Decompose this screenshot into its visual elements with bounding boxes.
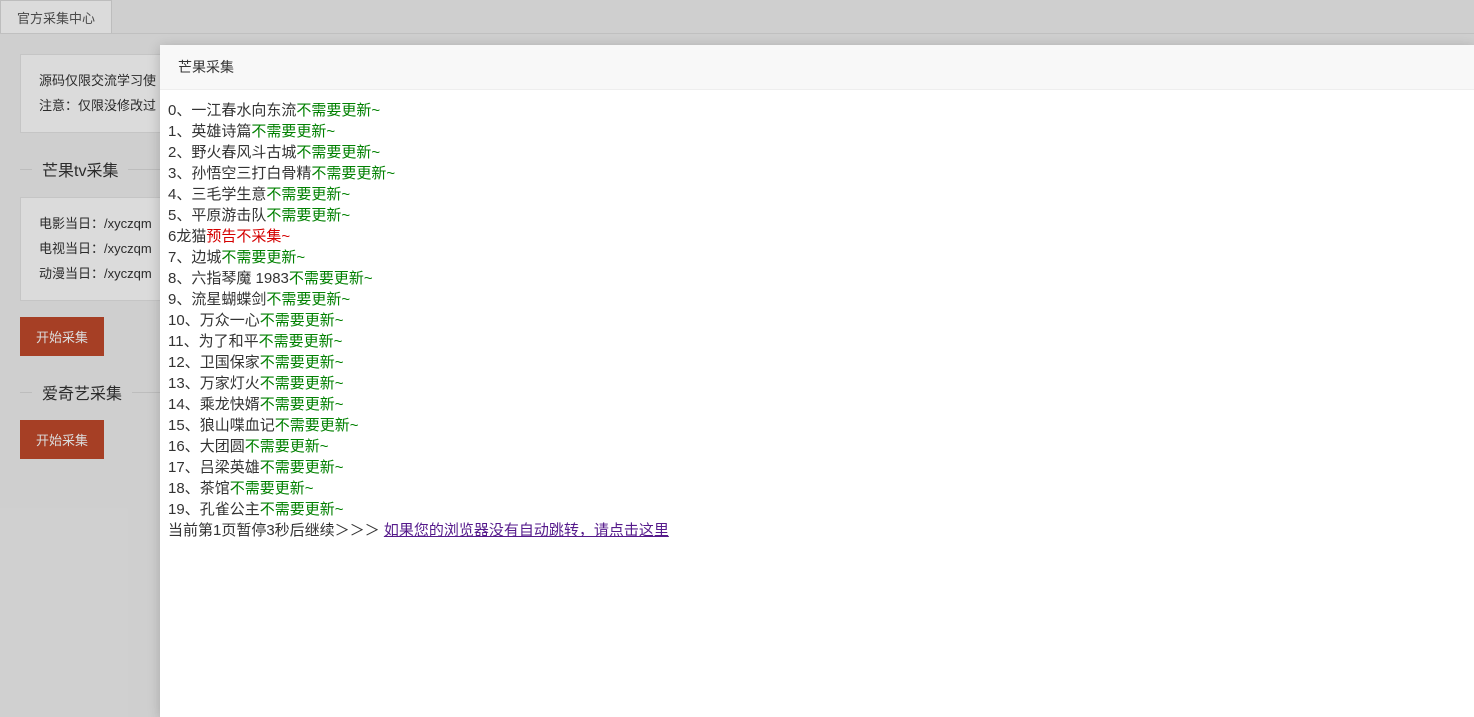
log-item-name: 万众一心	[200, 312, 260, 329]
log-line: 19、孔雀公主不需要更新~	[168, 499, 1466, 520]
log-item-name: 边城	[191, 249, 221, 266]
log-index: 0、	[168, 102, 191, 119]
log-line: 1、英雄诗篇不需要更新~	[168, 121, 1466, 142]
log-status: 预告不采集~	[206, 228, 290, 245]
log-line: 5、平原游击队不需要更新~	[168, 205, 1466, 226]
log-line: 10、万众一心不需要更新~	[168, 310, 1466, 331]
log-status: 不需要更新~	[266, 207, 350, 224]
log-line: 4、三毛学生意不需要更新~	[168, 184, 1466, 205]
log-status: 不需要更新~	[260, 375, 344, 392]
log-item-name: 英雄诗篇	[191, 123, 251, 140]
log-line: 17、吕梁英雄不需要更新~	[168, 457, 1466, 478]
log-status: 不需要更新~	[251, 123, 335, 140]
log-line: 14、乘龙快婿不需要更新~	[168, 394, 1466, 415]
log-line: 2、野火春风斗古城不需要更新~	[168, 142, 1466, 163]
manual-jump-link[interactable]: 如果您的浏览器没有自动跳转，请点击这里	[384, 522, 669, 539]
log-status: 不需要更新~	[230, 480, 314, 497]
log-item-name: 龙猫	[176, 228, 206, 245]
log-status: 不需要更新~	[296, 144, 380, 161]
log-index: 17、	[168, 459, 200, 476]
log-index: 10、	[168, 312, 200, 329]
log-container: 0、一江春水向东流不需要更新~1、英雄诗篇不需要更新~2、野火春风斗古城不需要更…	[168, 100, 1466, 520]
log-status: 不需要更新~	[289, 270, 373, 287]
log-item-name: 孔雀公主	[200, 501, 260, 518]
log-status: 不需要更新~	[311, 165, 395, 182]
log-item-name: 茶馆	[200, 480, 230, 497]
log-item-name: 平原游击队	[191, 207, 266, 224]
log-index: 16、	[168, 438, 200, 455]
log-status: 不需要更新~	[266, 291, 350, 308]
log-item-name: 万家灯火	[200, 375, 260, 392]
log-item-name: 狼山喋血记	[200, 417, 275, 434]
modal-title: 芒果采集	[160, 45, 1474, 90]
log-item-name: 为了和平	[199, 333, 259, 350]
log-index: 14、	[168, 396, 200, 413]
log-line: 12、卫国保家不需要更新~	[168, 352, 1466, 373]
log-status: 不需要更新~	[221, 249, 305, 266]
log-line: 15、狼山喋血记不需要更新~	[168, 415, 1466, 436]
log-item-name: 六指琴魔 1983	[191, 270, 289, 287]
log-item-name: 一江春水向东流	[191, 102, 296, 119]
log-status: 不需要更新~	[260, 396, 344, 413]
log-line: 0、一江春水向东流不需要更新~	[168, 100, 1466, 121]
log-item-name: 大团圆	[200, 438, 245, 455]
log-item-name: 野火春风斗古城	[191, 144, 296, 161]
log-line: 3、孙悟空三打白骨精不需要更新~	[168, 163, 1466, 184]
log-item-name: 乘龙快婿	[200, 396, 260, 413]
log-index: 12、	[168, 354, 200, 371]
log-item-name: 孙悟空三打白骨精	[191, 165, 311, 182]
log-line: 8、六指琴魔 1983不需要更新~	[168, 268, 1466, 289]
pagination-footer: 当前第1页暂停3秒后继续＞＞＞ 如果您的浏览器没有自动跳转，请点击这里	[168, 520, 1466, 541]
log-status: 不需要更新~	[266, 186, 350, 203]
log-index: 9、	[168, 291, 191, 308]
log-index: 11、	[168, 333, 199, 350]
log-item-name: 吕梁英雄	[200, 459, 260, 476]
log-index: 4、	[168, 186, 191, 203]
log-status: 不需要更新~	[260, 312, 344, 329]
log-index: 2、	[168, 144, 191, 161]
modal-mangguo-collect: 芒果采集 0、一江春水向东流不需要更新~1、英雄诗篇不需要更新~2、野火春风斗古…	[160, 45, 1474, 717]
log-line: 7、边城不需要更新~	[168, 247, 1466, 268]
log-index: 3、	[168, 165, 191, 182]
log-item-name: 三毛学生意	[191, 186, 266, 203]
log-line: 13、万家灯火不需要更新~	[168, 373, 1466, 394]
log-status: 不需要更新~	[245, 438, 329, 455]
log-line: 9、流星蝴蝶剑不需要更新~	[168, 289, 1466, 310]
log-index: 18、	[168, 480, 200, 497]
log-index: 15、	[168, 417, 200, 434]
log-index: 1、	[168, 123, 191, 140]
log-item-name: 流星蝴蝶剑	[191, 291, 266, 308]
log-status: 不需要更新~	[259, 333, 343, 350]
log-line: 11、为了和平不需要更新~	[168, 331, 1466, 352]
log-index: 19、	[168, 501, 200, 518]
log-index: 5、	[168, 207, 191, 224]
modal-body: 0、一江春水向东流不需要更新~1、英雄诗篇不需要更新~2、野火春风斗古城不需要更…	[160, 90, 1474, 551]
log-status: 不需要更新~	[260, 501, 344, 518]
log-item-name: 卫国保家	[200, 354, 260, 371]
log-index: 7、	[168, 249, 191, 266]
log-line: 6龙猫预告不采集~	[168, 226, 1466, 247]
log-line: 16、大团圆不需要更新~	[168, 436, 1466, 457]
log-status: 不需要更新~	[260, 354, 344, 371]
log-status: 不需要更新~	[260, 459, 344, 476]
pagination-text: 当前第1页暂停3秒后继续＞＞＞	[168, 522, 384, 539]
log-index: 8、	[168, 270, 191, 287]
log-status: 不需要更新~	[275, 417, 359, 434]
log-status: 不需要更新~	[296, 102, 380, 119]
log-line: 18、茶馆不需要更新~	[168, 478, 1466, 499]
log-index: 13、	[168, 375, 200, 392]
